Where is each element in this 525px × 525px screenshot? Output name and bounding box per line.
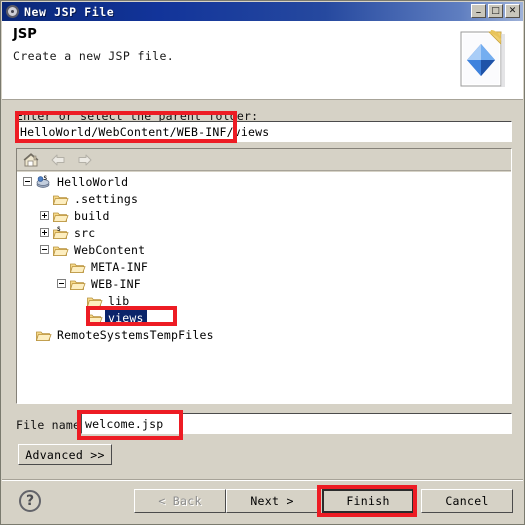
- tree-indent-spacer: [74, 313, 83, 322]
- close-icon: ✕: [508, 6, 517, 16]
- collapse-icon[interactable]: [23, 177, 32, 186]
- window-controls: _ □ ✕: [471, 4, 520, 18]
- folder-icon: [86, 294, 103, 308]
- tree-indent-spacer: [23, 330, 32, 339]
- tree-item-label: WEB-INF: [91, 276, 141, 291]
- next-button[interactable]: Next >: [226, 489, 318, 513]
- tree-item-label: views: [106, 310, 146, 325]
- advanced-button[interactable]: Advanced >>: [18, 444, 112, 465]
- maximize-icon: □: [491, 6, 500, 16]
- back-button[interactable]: < Back: [134, 489, 226, 513]
- title-bar[interactable]: New JSP File _ □ ✕: [2, 2, 523, 21]
- finish-button[interactable]: Finish: [322, 489, 414, 513]
- svg-text:S: S: [57, 226, 61, 233]
- cancel-button[interactable]: Cancel: [421, 489, 513, 513]
- tree-item-meta-inf[interactable]: META-INF: [17, 258, 511, 275]
- file-name-input[interactable]: welcome.jsp: [81, 413, 512, 434]
- minimize-icon: _: [476, 4, 481, 14]
- folder-icon: [69, 277, 86, 291]
- folder-tree[interactable]: S HelloWorld .settings build Ssrc WebContent M…: [17, 172, 511, 403]
- close-button[interactable]: ✕: [505, 4, 520, 18]
- tree-item-lib[interactable]: lib: [17, 292, 511, 309]
- folder-tree-container: S HelloWorld .settings build Ssrc WebContent M…: [16, 148, 512, 404]
- file-name-label: File name:: [16, 418, 88, 432]
- wizard-banner: JSP Create a new JSP file.: [2, 21, 523, 100]
- tree-indent-spacer: [40, 194, 49, 203]
- new-jsp-file-dialog: New JSP File _ □ ✕ JSP Create a new JSP …: [0, 0, 525, 525]
- folder-icon: [69, 260, 86, 274]
- tree-item-helloworld[interactable]: S HelloWorld: [17, 173, 511, 190]
- source-folder-icon: S: [52, 226, 69, 240]
- wizard-footer: ? < Back Next > Finish Cancel: [2, 481, 523, 524]
- svg-text:S: S: [44, 175, 48, 182]
- tree-item-label: build: [74, 208, 110, 223]
- help-button[interactable]: ?: [19, 490, 41, 512]
- tree-item-web-inf[interactable]: WEB-INF: [17, 275, 511, 292]
- tree-item-webcontent[interactable]: WebContent: [17, 241, 511, 258]
- parent-folder-input[interactable]: HelloWorld/WebContent/WEB-INF/views: [16, 121, 512, 142]
- tree-item-label: HelloWorld: [57, 174, 129, 189]
- tree-item-label: RemoteSystemsTempFiles: [57, 327, 214, 342]
- expand-icon[interactable]: [40, 228, 49, 237]
- folder-icon: [52, 209, 69, 223]
- tree-indent-spacer: [57, 262, 66, 271]
- page-description: Create a new JSP file.: [13, 49, 175, 63]
- collapse-icon[interactable]: [57, 279, 66, 288]
- tree-item-src[interactable]: Ssrc: [17, 224, 511, 241]
- tree-item-label: .settings: [74, 191, 139, 206]
- folder-icon: [52, 192, 69, 206]
- folder-icon: [52, 243, 69, 257]
- tree-item-views[interactable]: views: [17, 309, 511, 326]
- tree-toolbar: [17, 149, 511, 171]
- collapse-icon[interactable]: [40, 245, 49, 254]
- home-icon[interactable]: [22, 152, 40, 168]
- wizard-body: Enter or select the parent folder: Hello…: [2, 100, 523, 480]
- expand-icon[interactable]: [40, 211, 49, 220]
- tree-indent-spacer: [74, 296, 83, 305]
- tree-item--settings[interactable]: .settings: [17, 190, 511, 207]
- gear-icon: [5, 4, 21, 20]
- folder-icon: [86, 311, 103, 325]
- tree-item-label: META-INF: [91, 259, 148, 274]
- tree-item-label: src: [74, 225, 96, 240]
- jsp-file-icon: [455, 28, 511, 90]
- folder-icon: [35, 328, 52, 342]
- minimize-button[interactable]: _: [471, 4, 486, 18]
- maximize-button[interactable]: □: [488, 4, 503, 18]
- forward-arrow-icon[interactable]: [76, 152, 94, 168]
- page-title: JSP: [13, 27, 37, 42]
- tree-item-remotesystemstempfiles[interactable]: RemoteSystemsTempFiles: [17, 326, 511, 343]
- project-icon: S: [35, 175, 52, 189]
- window-title: New JSP File: [24, 4, 115, 19]
- tree-item-build[interactable]: build: [17, 207, 511, 224]
- tree-item-label: lib: [108, 293, 130, 308]
- tree-item-label: WebContent: [74, 242, 146, 257]
- back-arrow-icon[interactable]: [49, 152, 67, 168]
